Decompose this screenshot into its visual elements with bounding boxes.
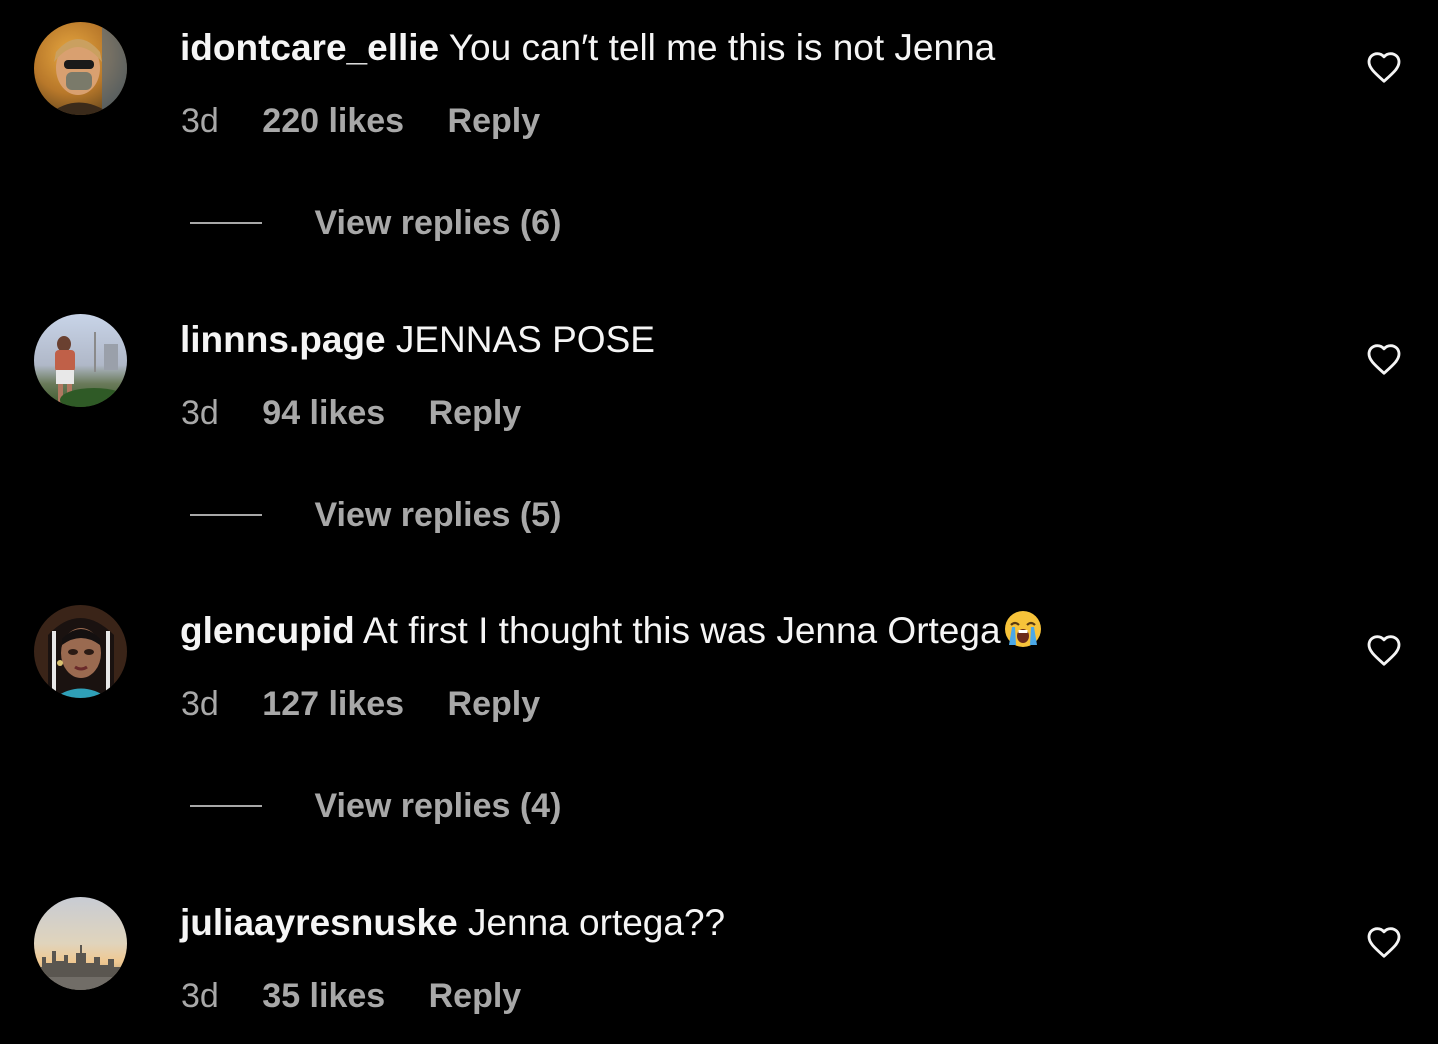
comment-text: JENNAS POSE [395, 319, 655, 360]
avatar[interactable] [34, 605, 127, 698]
reply-button[interactable]: Reply [429, 390, 522, 436]
comment-meta: 3d 94 likes Reply [181, 390, 521, 436]
like-button[interactable] [1366, 342, 1402, 376]
view-replies-label: View replies (5) [314, 496, 562, 534]
comment-text: Jenna ortega?? [467, 902, 726, 943]
comment-text: You can′t tell me this is not Jenna [448, 27, 996, 68]
heart-outline-icon [1367, 52, 1401, 83]
like-button[interactable] [1366, 925, 1402, 959]
comment-age: 3d [181, 977, 219, 1015]
comment-item: glencupid At first I thought this was Je… [0, 583, 1438, 875]
replies-divider-line [190, 222, 262, 224]
view-replies-button[interactable]: View replies (4) [190, 783, 561, 829]
likes-count-button[interactable]: 127 likes [262, 681, 404, 727]
avatar-image [34, 897, 127, 990]
comment-age: 3d [181, 102, 219, 140]
heart-outline-icon [1367, 344, 1401, 375]
like-button[interactable] [1366, 50, 1402, 84]
reply-button[interactable]: Reply [429, 973, 522, 1019]
avatar[interactable] [34, 897, 127, 990]
heart-outline-icon [1367, 635, 1401, 666]
avatar-image [34, 22, 127, 115]
avatar-image [34, 605, 127, 698]
comment-username[interactable]: idontcare_ellie [180, 27, 439, 68]
comment-age: 3d [181, 394, 219, 432]
comment-username[interactable]: juliaayresnuske [180, 902, 458, 943]
comment-item: juliaayresnuske Jenna ortega?? 3d 35 lik… [0, 875, 1438, 1044]
comment-meta: 3d 220 likes Reply [181, 98, 540, 144]
likes-count-button[interactable]: 220 likes [262, 98, 404, 144]
comment-line: glencupid At first I thought this was Je… [180, 605, 1043, 657]
heart-outline-icon [1367, 927, 1401, 958]
avatar-image [34, 314, 127, 407]
comment-line: idontcare_ellie You can′t tell me this i… [180, 22, 995, 74]
comment-text: At first I thought this was Jenna Ortega [362, 610, 1001, 651]
loudly-crying-face-emoji [1003, 609, 1043, 649]
likes-count-button[interactable]: 35 likes [262, 973, 385, 1019]
view-replies-label: View replies (6) [314, 204, 562, 242]
comment-username[interactable]: glencupid [180, 610, 355, 651]
replies-divider-line [190, 514, 262, 516]
comment-line: juliaayresnuske Jenna ortega?? [180, 897, 725, 949]
avatar[interactable] [34, 22, 127, 115]
view-replies-button[interactable]: View replies (5) [190, 492, 561, 538]
comment-item: idontcare_ellie You can′t tell me this i… [0, 0, 1438, 292]
replies-divider-line [190, 805, 262, 807]
view-replies-button[interactable]: View replies (6) [190, 200, 561, 246]
view-replies-label: View replies (4) [314, 787, 562, 825]
comment-username[interactable]: linnns.page [180, 319, 386, 360]
comment-item: linnns.page JENNAS POSE 3d 94 likes Repl… [0, 292, 1438, 584]
comment-line: linnns.page JENNAS POSE [180, 314, 655, 366]
comment-meta: 3d 35 likes Reply [181, 973, 521, 1019]
reply-button[interactable]: Reply [448, 681, 541, 727]
avatar[interactable] [34, 314, 127, 407]
like-button[interactable] [1366, 633, 1402, 667]
likes-count-button[interactable]: 94 likes [262, 390, 385, 436]
reply-button[interactable]: Reply [448, 98, 541, 144]
comment-meta: 3d 127 likes Reply [181, 681, 540, 727]
comment-age: 3d [181, 685, 219, 723]
